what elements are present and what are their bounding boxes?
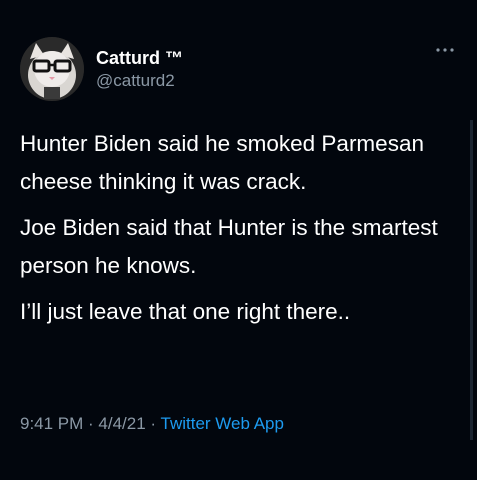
tweet-metadata: 9:41 PM · 4/4/21 · Twitter Web App: [20, 414, 284, 434]
tweet-date[interactable]: 4/4/21: [98, 414, 145, 433]
more-options-button[interactable]: [435, 42, 455, 58]
tweet-paragraph-1: Hunter Biden said he smoked Parmesan che…: [20, 131, 424, 194]
display-name[interactable]: Catturd ™: [96, 47, 183, 69]
tweet-paragraph-2: Joe Biden said that Hunter is the smarte…: [20, 215, 438, 278]
user-handle[interactable]: @catturd2: [96, 70, 183, 92]
meta-separator: ·: [83, 414, 99, 433]
scrollbar[interactable]: [470, 120, 473, 440]
more-horizontal-icon: [436, 48, 454, 52]
cat-avatar-icon: [20, 37, 84, 101]
avatar[interactable]: [20, 37, 84, 101]
tweet-text: Hunter Biden said he smoked Parmesan che…: [20, 125, 450, 339]
meta-separator-2: ·: [145, 414, 161, 433]
tweet-header: Catturd ™ @catturd2: [20, 36, 183, 102]
tweet-card: Catturd ™ @catturd2 Hunter Biden said he…: [0, 0, 477, 480]
user-names: Catturd ™ @catturd2: [96, 47, 183, 92]
tweet-source-link[interactable]: Twitter Web App: [161, 414, 284, 433]
tweet-paragraph-3: I’ll just leave that one right there..: [20, 299, 351, 324]
tweet-time[interactable]: 9:41 PM: [20, 414, 83, 433]
